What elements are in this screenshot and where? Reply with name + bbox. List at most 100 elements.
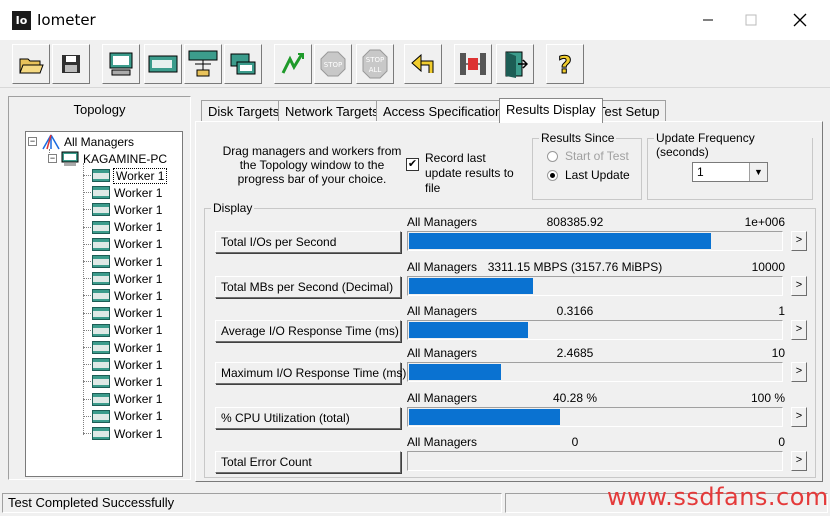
row-max: 10 xyxy=(771,346,785,360)
display-title: Display xyxy=(211,201,255,215)
tree-label-worker: Worker 1 xyxy=(112,167,168,184)
close-button[interactable] xyxy=(788,8,812,32)
tree-item-worker[interactable]: Worker 1 xyxy=(92,356,162,373)
chevron-down-icon[interactable]: ▼ xyxy=(749,163,767,181)
about-icon: ? xyxy=(558,51,573,79)
row-arrow-button[interactable]: > xyxy=(791,451,807,471)
status-text: Test Completed Successfully xyxy=(2,493,502,513)
row-source: All Managers xyxy=(407,215,478,229)
update-frequency-select[interactable]: 1 ▼ xyxy=(692,162,768,182)
svg-text:ALL: ALL xyxy=(369,66,382,74)
worker-icon xyxy=(92,220,110,234)
progress-bar[interactable] xyxy=(407,320,783,340)
worker-icon xyxy=(92,375,110,389)
progress-bar-fill xyxy=(409,233,712,249)
tree-item-worker[interactable]: Worker 1 xyxy=(92,322,162,339)
start-button[interactable] xyxy=(274,44,312,84)
tree-item-manager[interactable]: − KAGAMINE-PC xyxy=(48,150,167,167)
collapse-icon[interactable]: − xyxy=(48,154,57,163)
tree-item-worker[interactable]: Worker 1 xyxy=(92,408,162,425)
minimize-icon xyxy=(703,19,713,21)
progress-bar[interactable] xyxy=(407,407,783,427)
copy-worker-button[interactable] xyxy=(224,44,262,84)
save-button[interactable] xyxy=(52,44,90,84)
tree-item-worker[interactable]: Worker 1 xyxy=(92,219,162,236)
disconnect-button[interactable] xyxy=(454,44,492,84)
new-manager-button[interactable] xyxy=(102,44,140,84)
row-source: All Managers xyxy=(407,304,478,318)
drag-instructions: Drag managers and workers from the Topol… xyxy=(222,144,402,186)
tree-label-worker: Worker 1 xyxy=(114,357,163,372)
progress-bar[interactable] xyxy=(407,276,783,296)
tree-item-worker[interactable]: Worker 1 xyxy=(92,391,162,408)
row-source: All Managers xyxy=(407,435,478,449)
update-frequency-group: Update Frequency (seconds) 1 ▼ xyxy=(647,131,813,200)
about-button[interactable]: ? xyxy=(546,44,584,84)
tab-disk-targets[interactable]: Disk Targets xyxy=(201,100,287,122)
tab-access-specifications[interactable]: Access Specifications xyxy=(376,100,516,122)
progress-bar[interactable] xyxy=(407,362,783,382)
tree-label-all-managers: All Managers xyxy=(64,134,135,149)
row-arrow-button[interactable]: > xyxy=(791,231,807,251)
stop-all-button[interactable]: STOP ALL xyxy=(356,44,394,84)
metric-select-button[interactable]: % CPU Utilization (total) xyxy=(215,407,401,429)
worker-icon xyxy=(92,409,110,423)
tree-item-worker[interactable]: Worker 1 xyxy=(92,253,162,270)
tree-label-manager: KAGAMINE-PC xyxy=(83,151,168,166)
tree-item-worker[interactable]: Worker 1 xyxy=(92,339,162,356)
radio-start-of-test xyxy=(547,151,558,162)
collapse-icon[interactable]: − xyxy=(28,137,37,146)
stop-button[interactable]: STOP xyxy=(314,44,352,84)
row-arrow-button[interactable]: > xyxy=(791,362,807,382)
tree-label-worker: Worker 1 xyxy=(114,288,163,303)
metric-select-button[interactable]: Total I/Os per Second xyxy=(215,231,401,253)
network-worker-button[interactable] xyxy=(184,44,222,84)
tree-label-worker: Worker 1 xyxy=(114,271,163,286)
exit-button[interactable] xyxy=(496,44,534,84)
tree-item-worker[interactable]: Worker 1 xyxy=(92,201,162,218)
tab-network-targets[interactable]: Network Targets xyxy=(278,100,386,122)
worker-icon xyxy=(92,203,110,217)
topology-title: Topology xyxy=(73,102,126,117)
metric-select-button[interactable]: Maximum I/O Response Time (ms) xyxy=(215,362,406,384)
row-max: 0 xyxy=(778,435,785,449)
tree-item-worker[interactable]: Worker 1 xyxy=(92,236,162,253)
title-bar: Io Iometer xyxy=(0,0,830,40)
row-arrow-button[interactable]: > xyxy=(791,276,807,296)
tree-item-worker[interactable]: Worker 1 xyxy=(92,373,162,390)
topology-tree[interactable]: − All Managers − KAGAMINE-PC Worker 1 Wor… xyxy=(25,131,183,477)
tree-item-worker[interactable]: Worker 1 xyxy=(92,425,162,442)
worker-icon xyxy=(92,392,110,406)
row-max: 10000 xyxy=(751,260,785,274)
tree-label-worker: Worker 1 xyxy=(114,237,163,252)
tree-item-worker[interactable]: Worker 1 xyxy=(92,270,162,287)
reset-workers-button[interactable] xyxy=(404,44,442,84)
reset-workers-icon xyxy=(411,53,434,73)
row-arrow-button[interactable]: > xyxy=(791,320,807,340)
tree-item-worker[interactable]: Worker 1 xyxy=(92,184,162,201)
tab-results-display[interactable]: Results Display xyxy=(499,98,603,123)
open-button[interactable] xyxy=(12,44,50,84)
new-manager-icon xyxy=(109,52,133,76)
metric-select-button[interactable]: Average I/O Response Time (ms) xyxy=(215,320,401,342)
save-icon xyxy=(62,55,80,73)
progress-bar[interactable] xyxy=(407,231,783,251)
close-icon xyxy=(793,13,807,27)
record-results-label: Record last update results to file xyxy=(425,151,514,195)
metric-select-button[interactable]: Total Error Count xyxy=(215,451,401,473)
row-source: All Managers xyxy=(407,260,478,274)
tree-item-worker[interactable]: Worker 1 xyxy=(92,287,162,304)
progress-bar[interactable] xyxy=(407,451,783,471)
row-arrow-button[interactable]: > xyxy=(791,407,807,427)
record-results-checkbox[interactable]: ✔ xyxy=(406,158,419,171)
metric-select-button[interactable]: Total MBs per Second (Decimal) xyxy=(215,276,401,298)
toolbar: STOP STOP ALL ? xyxy=(0,40,830,88)
new-worker-button[interactable] xyxy=(144,44,182,84)
tree-item-all-managers[interactable]: − All Managers xyxy=(28,133,134,150)
stop-all-icon: STOP ALL xyxy=(362,49,388,79)
maximize-button xyxy=(739,8,763,32)
tree-item-worker[interactable]: Worker 1 xyxy=(92,167,168,184)
radio-last-update[interactable] xyxy=(547,170,558,181)
tree-item-worker[interactable]: Worker 1 xyxy=(92,305,162,322)
minimize-button[interactable] xyxy=(696,8,720,32)
